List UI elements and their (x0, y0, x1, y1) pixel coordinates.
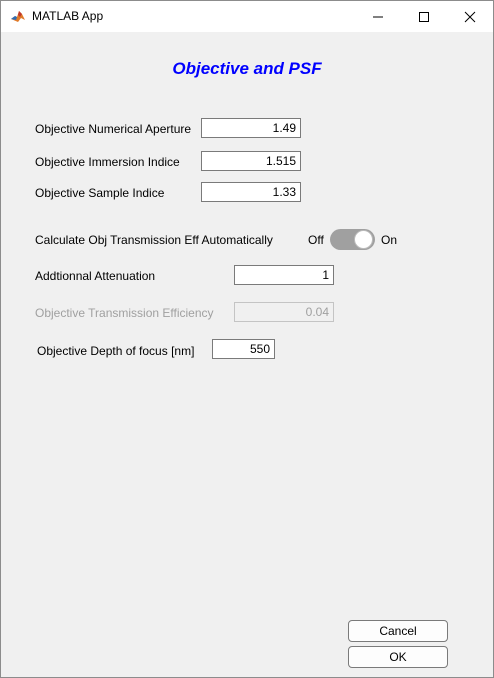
maximize-button[interactable] (401, 1, 447, 32)
auto-transmission-switch[interactable] (330, 229, 375, 250)
numerical-aperture-field[interactable]: 1.49 (201, 118, 301, 138)
depth-of-focus-field[interactable]: 550 (212, 339, 275, 359)
sample-indice-field[interactable]: 1.33 (201, 182, 301, 202)
matlab-icon (10, 8, 26, 24)
attenuation-label: Addtionnal Attenuation (35, 269, 156, 283)
switch-knob[interactable] (354, 230, 373, 249)
page-title: Objective and PSF (172, 59, 322, 78)
close-icon (464, 11, 476, 22)
title-bar: MATLAB App (1, 1, 493, 32)
switch-off-label: Off (308, 233, 324, 247)
immersion-indice-field[interactable]: 1.515 (201, 151, 301, 171)
numerical-aperture-label: Objective Numerical Aperture (35, 122, 192, 136)
immersion-indice-label: Objective Immersion Indice (35, 155, 180, 169)
depth-of-focus-label: Objective Depth of focus [nm] (37, 344, 195, 358)
cancel-button[interactable]: Cancel (348, 620, 448, 642)
sample-indice-label: Objective Sample Indice (35, 186, 165, 200)
close-button[interactable] (447, 1, 493, 32)
app-window: MATLAB App Objective and PSF Objective N… (0, 0, 494, 678)
maximize-icon (419, 11, 429, 22)
attenuation-field[interactable]: 1 (234, 265, 334, 285)
switch-on-label: On (381, 233, 398, 247)
transmission-efficiency-label: Objective Transmission Efficiency (35, 306, 214, 320)
window-title: MATLAB App (32, 9, 104, 23)
minimize-icon (373, 16, 383, 17)
minimize-button[interactable] (355, 1, 401, 32)
ok-button[interactable]: OK (348, 646, 448, 668)
transmission-efficiency-field: 0.04 (234, 302, 334, 322)
auto-transmission-label: Calculate Obj Transmission Eff Automatic… (35, 233, 273, 247)
